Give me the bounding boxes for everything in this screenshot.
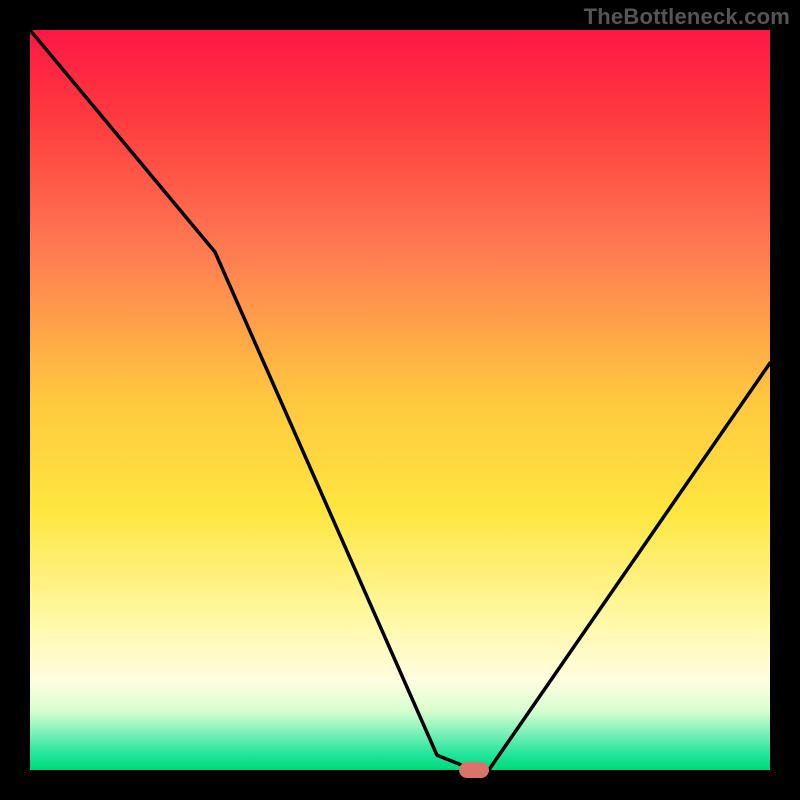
optimum-marker	[459, 762, 489, 778]
frame-left	[0, 0, 30, 800]
frame-right	[770, 0, 800, 800]
chart-svg	[0, 0, 800, 800]
frame-bottom	[0, 770, 800, 800]
chart-plot-area	[30, 30, 770, 770]
bottleneck-chart: TheBottleneck.com	[0, 0, 800, 800]
watermark-text: TheBottleneck.com	[584, 4, 790, 30]
